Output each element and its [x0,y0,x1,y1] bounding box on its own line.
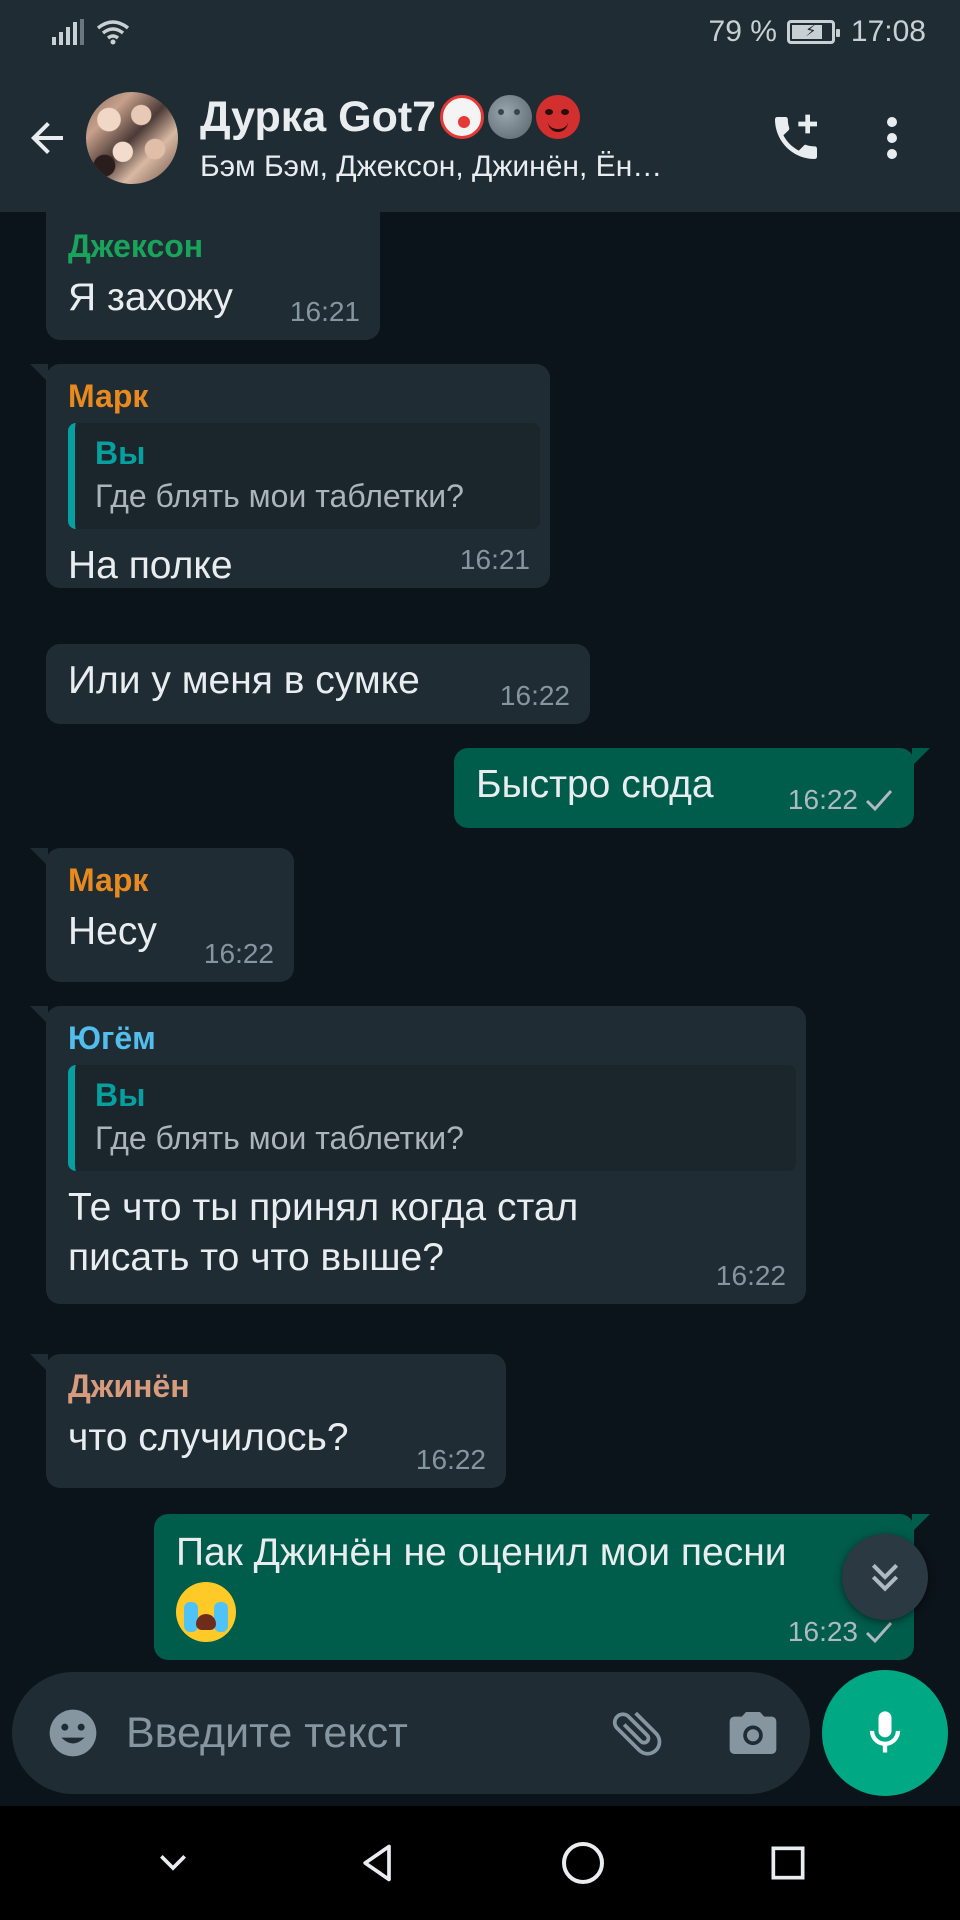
message-bubble[interactable]: Марк Несу 16:22 [30,848,294,982]
hide-keyboard-button[interactable] [133,1823,213,1903]
message-time: 16:22 [415,1444,486,1475]
message-bubble[interactable]: Джексон Я захожу 16:21 [46,212,380,340]
message-time: 16:22 [788,784,894,816]
wifi-icon [96,20,130,45]
add-call-icon [775,114,817,159]
emoji-icon [49,1709,97,1757]
quote-author: Вы [95,1077,146,1113]
message-bubble[interactable]: Югём Вы Где блять мои таблетки? Те что т… [30,1006,806,1304]
message-time: 16:21 [289,296,360,327]
paperclip-icon [612,1711,662,1756]
emoji-button[interactable] [38,1698,108,1768]
chat-members: Бэм Бэм, Джексон, Джинён, Ён… [200,149,663,183]
back-button[interactable] [12,103,82,173]
sender-name: Марк [68,378,149,414]
double-chevron-down-icon [871,1563,899,1592]
status-bar: 79 % ⚡ 17:08 [0,0,960,64]
sender-name: Джексон [68,228,204,264]
message-text: Пак Джинён не оценил мои песни [176,1528,892,1578]
message-time: 16:22 [715,1260,786,1291]
message-bubble[interactable]: Или у меня в сумке 16:22 [46,644,590,724]
check-icon [865,1622,893,1644]
quote-text: Где блять мои таблетки? [95,478,464,514]
square-recents-icon [771,1846,804,1880]
whatsapp-chat-screen: 79 % ⚡ 17:08 Дурка Got7 Бэм Бэм, Джексон… [0,0,960,1920]
battery-icon: ⚡ [786,20,840,44]
devil-emoji-icon [536,95,581,139]
voice-message-button[interactable] [822,1670,948,1796]
message-text: Те что ты принял когда стал писать то чт… [68,1183,784,1283]
triangle-back-icon [362,1844,391,1882]
sender-name: Югём [68,1020,156,1056]
message-time: 16:21 [459,544,530,575]
system-navigation-bar [0,1806,960,1920]
chat-title-text: Дурка Got7 [200,92,437,141]
message-text-content: Пак Джинён не оценил мои песни [176,1531,787,1574]
check-icon [865,790,893,812]
quoted-message[interactable]: Вы Где блять мои таблетки? [68,423,540,529]
sender-name: Марк [68,862,149,898]
message-line: Те что ты принял когда стал [68,1186,579,1229]
mic-icon [869,1711,901,1753]
camera-button[interactable] [718,1698,788,1768]
add-call-button[interactable] [748,90,844,186]
signal-icon [52,19,84,45]
nav-home-button[interactable] [543,1823,623,1903]
message-time: 16:22 [203,938,274,969]
arrow-back-icon [31,122,63,154]
chat-header: Дурка Got7 Бэм Бэм, Джексон, Джинён, Ён… [0,64,960,212]
clown-emoji-icon [440,95,485,139]
message-line: писать то что выше? [68,1235,444,1279]
quoted-message[interactable]: Вы Где блять мои таблетки? [68,1065,796,1171]
clock: 17:08 [850,15,926,48]
group-avatar[interactable] [86,92,178,184]
message-bubble[interactable]: Марк Вы Где блять мои таблетки? На полке… [30,364,550,588]
crying-face-emoji-icon [176,1581,236,1642]
battery-percent: 79 % [708,15,777,48]
sender-name: Джинён [68,1368,190,1404]
scroll-to-bottom-button[interactable] [842,1534,928,1620]
message-time: 16:22 [499,680,570,711]
more-options-button[interactable] [844,90,940,186]
message-list[interactable]: Джексон Я захожу 16:21 Марк Вы Где блять… [0,212,960,1666]
message-bubble[interactable]: Быстро сюда 16:22 [454,748,930,828]
composer-bar: Введите текст [0,1666,960,1806]
chat-title: Дурка Got7 [200,93,748,142]
message-bubble[interactable]: Джинён что случилось? 16:22 [30,1354,506,1488]
message-text: Или у меня в сумке [68,659,420,702]
circle-home-icon [561,1842,604,1884]
message-input-container: Введите текст [12,1672,810,1794]
attach-button[interactable] [602,1698,672,1768]
quote-text: Где блять мои таблетки? [95,1120,464,1156]
moon-emoji-icon [488,95,533,139]
message-input[interactable]: Введите текст [126,1709,602,1758]
more-vert-icon [887,117,897,159]
nav-recents-button[interactable] [748,1823,828,1903]
camera-icon [729,1712,777,1754]
message-bubble[interactable]: Пак Джинён не оценил мои песни 16:23 [154,1514,930,1660]
quote-author: Вы [95,435,146,471]
nav-back-button[interactable] [338,1823,418,1903]
message-time: 16:23 [788,1616,894,1648]
chat-info[interactable]: Дурка Got7 Бэм Бэм, Джексон, Джинён, Ён… [200,93,748,184]
chevron-down-icon [159,1855,186,1871]
